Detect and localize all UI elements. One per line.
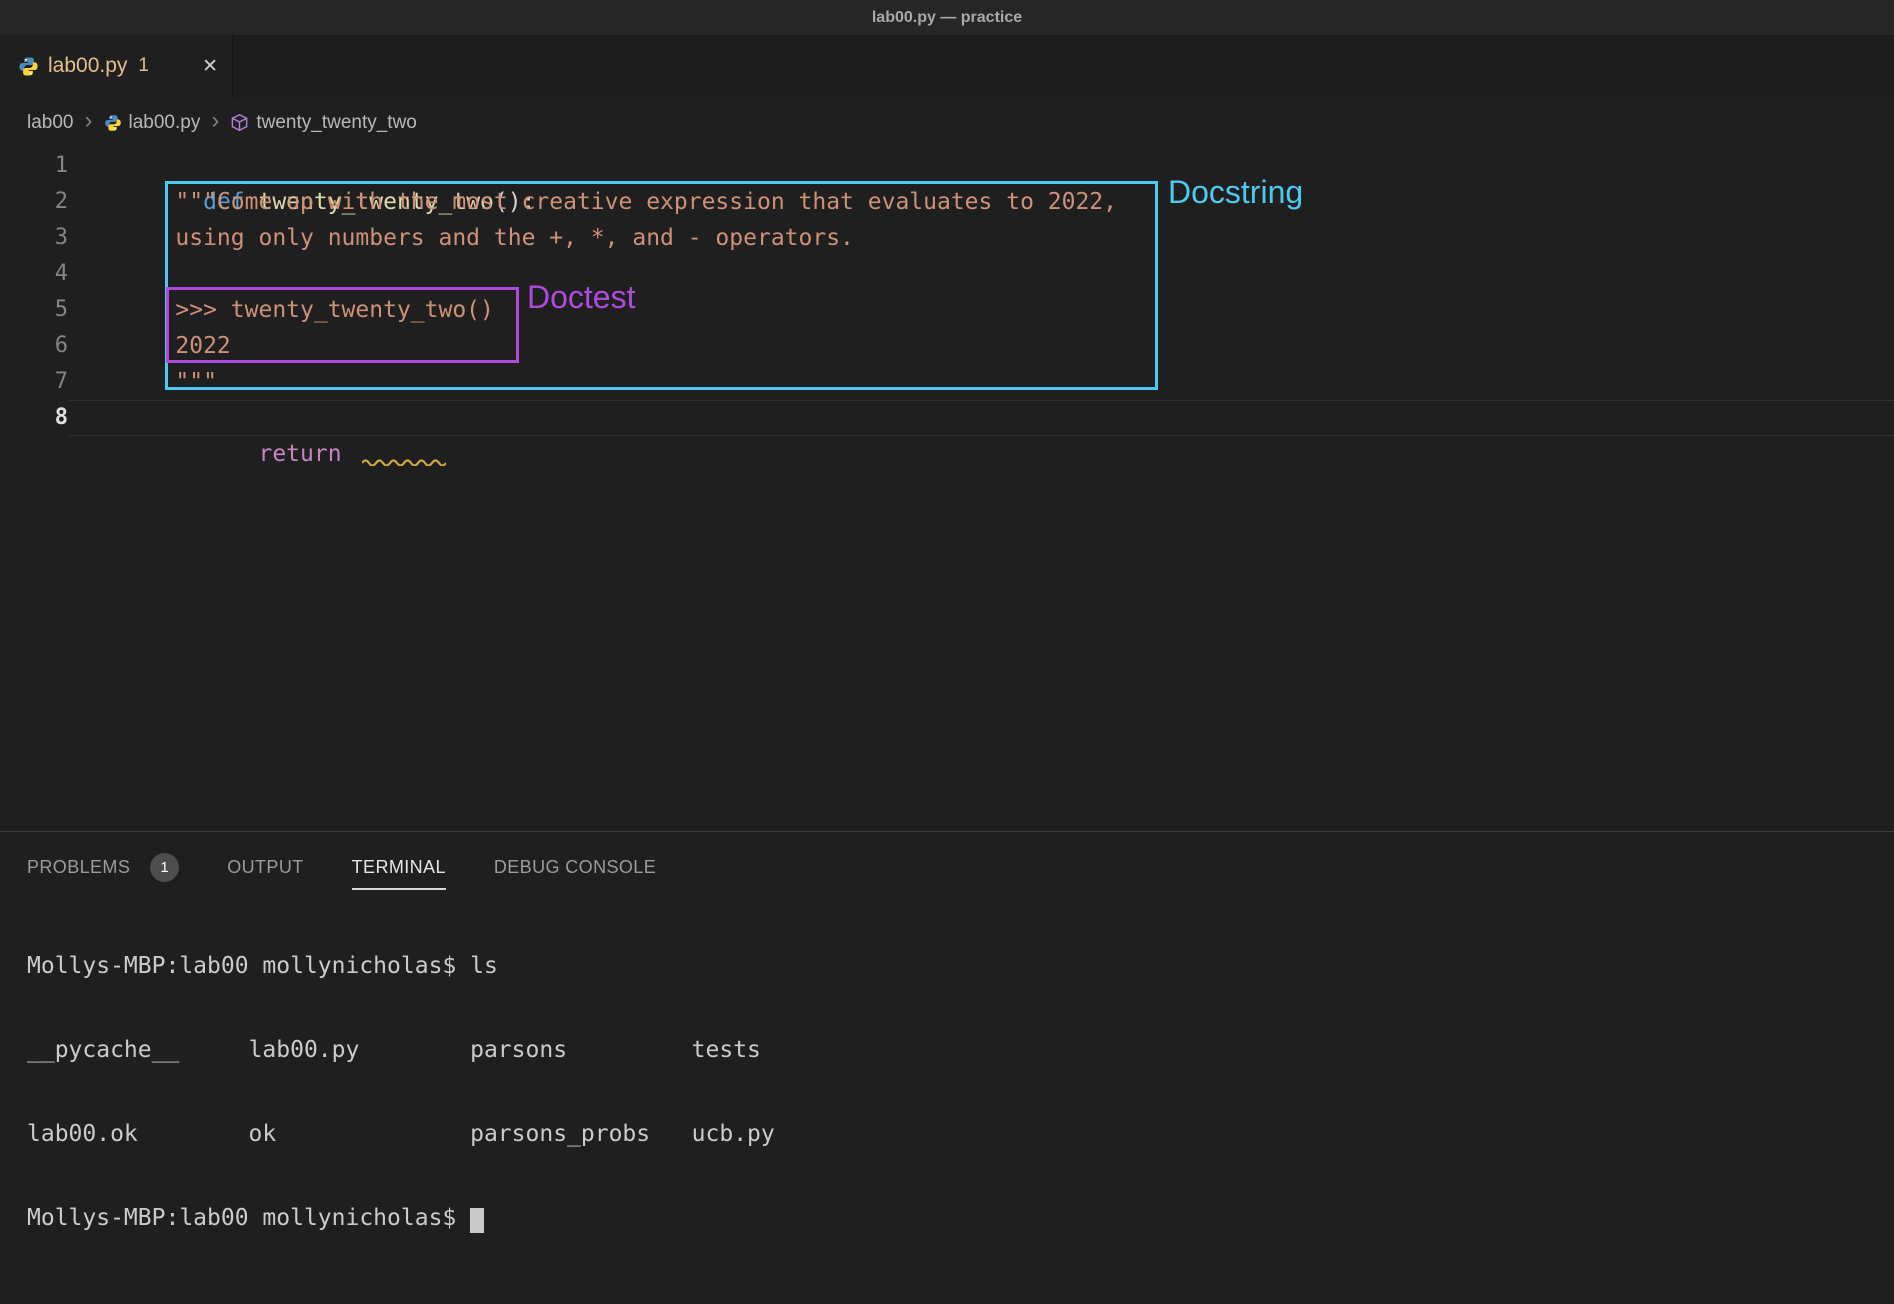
panel-tab-label: OUTPUT (227, 857, 303, 878)
code-line[interactable]: 6 2022 (0, 328, 1894, 364)
line-number: 5 (0, 292, 68, 328)
tab-problem-count: 1 (138, 55, 149, 77)
chevron-right-icon: › (83, 109, 95, 137)
code-line[interactable]: 4 (0, 256, 1894, 292)
window-titlebar: lab00.py — practice (0, 0, 1894, 35)
code-token: """ (120, 369, 217, 395)
tab-output[interactable]: OUTPUT (227, 846, 303, 890)
breadcrumb-item-file[interactable]: lab00.py (104, 112, 201, 134)
python-icon (18, 56, 39, 77)
warning-squiggle-icon (362, 458, 446, 466)
terminal-line: __pycache__ lab00.py parsons tests (27, 1036, 1894, 1064)
close-icon[interactable]: ✕ (202, 55, 218, 78)
code-line[interactable]: 1 def twenty_twenty_two(): (0, 148, 1894, 184)
code-token: return (258, 441, 341, 467)
breadcrumb-label: lab00.py (129, 112, 201, 134)
doctest-annotation-label: Doctest (527, 279, 635, 316)
symbol-cube-icon (230, 113, 249, 132)
code-token: >>> twenty_twenty_two() (120, 297, 494, 323)
python-icon (104, 114, 122, 132)
terminal-line: Mollys-MBP:lab00 mollynicholas$ (27, 1204, 1894, 1232)
problems-count-badge: 1 (150, 853, 179, 882)
line-number: 8 (0, 400, 68, 436)
chevron-right-icon: › (209, 109, 221, 137)
breadcrumb: lab00 › lab00.py › twenty_twenty_two (0, 97, 1894, 148)
code-line-active[interactable]: 8 return (0, 400, 1894, 436)
code-token: using only numbers and the +, *, and - o… (120, 225, 854, 251)
code-line[interactable]: 5 >>> twenty_twenty_two() (0, 292, 1894, 328)
code-line[interactable]: 7 """ (0, 364, 1894, 400)
tab-debug-console[interactable]: DEBUG CONSOLE (494, 846, 656, 890)
line-number: 4 (0, 256, 68, 292)
code-line[interactable]: 3 using only numbers and the +, *, and -… (0, 220, 1894, 256)
terminal-output[interactable]: Mollys-MBP:lab00 mollynicholas$ ls __pyc… (0, 896, 1894, 1288)
code-token: 2022 (120, 333, 231, 359)
line-number: 7 (0, 364, 68, 400)
tab-terminal[interactable]: TERMINAL (352, 846, 446, 890)
line-number: 6 (0, 328, 68, 364)
tab-problems[interactable]: PROBLEMS 1 (27, 846, 179, 890)
window-title: lab00.py — practice (872, 9, 1022, 27)
tab-label: lab00.py (48, 54, 127, 78)
breadcrumb-item-folder[interactable]: lab00 (27, 112, 74, 134)
panel-tab-label: PROBLEMS (27, 857, 130, 878)
docstring-annotation-label: Docstring (1168, 174, 1303, 211)
bottom-panel: PROBLEMS 1 OUTPUT TERMINAL DEBUG CONSOLE… (0, 831, 1894, 1304)
line-number: 1 (0, 148, 68, 184)
code-token: """Come up with the most creative expres… (120, 189, 1117, 215)
terminal-line: Mollys-MBP:lab00 mollynicholas$ ls (27, 952, 1894, 980)
code-token (203, 441, 258, 467)
terminal-cursor (470, 1208, 484, 1233)
code-editor[interactable]: 1 def twenty_twenty_two(): 2 """Come up … (0, 148, 1894, 831)
line-number: 2 (0, 184, 68, 220)
code-line[interactable]: 2 """Come up with the most creative expr… (0, 184, 1894, 220)
panel-tab-bar: PROBLEMS 1 OUTPUT TERMINAL DEBUG CONSOLE (0, 832, 1894, 890)
editor-tab-bar: lab00.py 1 ✕ (0, 35, 1894, 97)
line-number: 3 (0, 220, 68, 256)
panel-tab-label: DEBUG CONSOLE (494, 857, 656, 878)
terminal-line: lab00.ok ok parsons_probs ucb.py (27, 1120, 1894, 1148)
breadcrumb-item-symbol[interactable]: twenty_twenty_two (230, 112, 417, 134)
tab-lab00py[interactable]: lab00.py 1 ✕ (0, 35, 233, 97)
breadcrumb-label: twenty_twenty_two (256, 112, 417, 134)
panel-tab-label: TERMINAL (352, 857, 446, 878)
breadcrumb-label: lab00 (27, 112, 74, 134)
